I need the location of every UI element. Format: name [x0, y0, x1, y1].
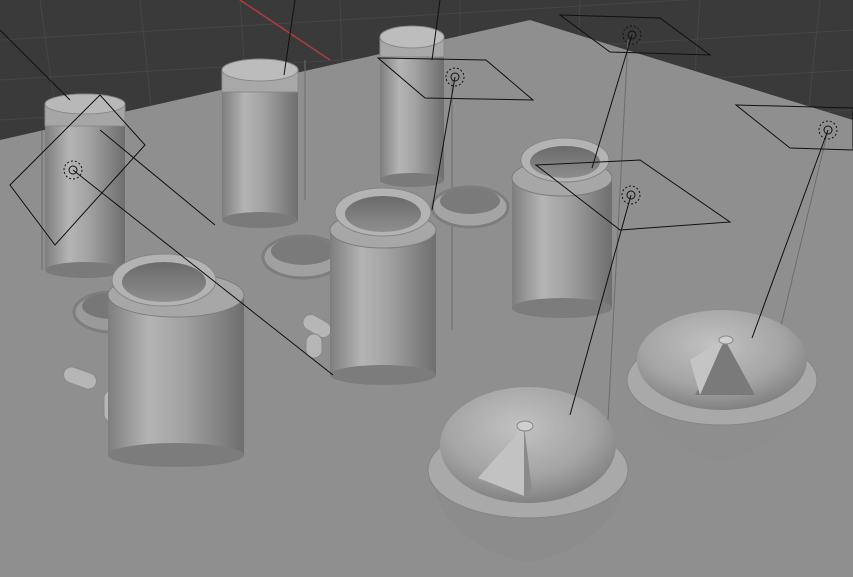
- bottle-closed-3[interactable]: [379, 25, 445, 187]
- jar-open-2[interactable]: [329, 187, 437, 385]
- 3d-viewport[interactable]: [0, 0, 853, 577]
- jar-open-3[interactable]: [511, 137, 613, 318]
- bottle-closed-1[interactable]: [44, 93, 126, 278]
- bottle-closed-2[interactable]: [221, 58, 299, 228]
- x-axis-line: [239, 0, 331, 61]
- cap-ring-3[interactable]: [430, 185, 510, 229]
- viewport-canvas[interactable]: [0, 0, 853, 577]
- jar-open-1[interactable]: [107, 253, 245, 467]
